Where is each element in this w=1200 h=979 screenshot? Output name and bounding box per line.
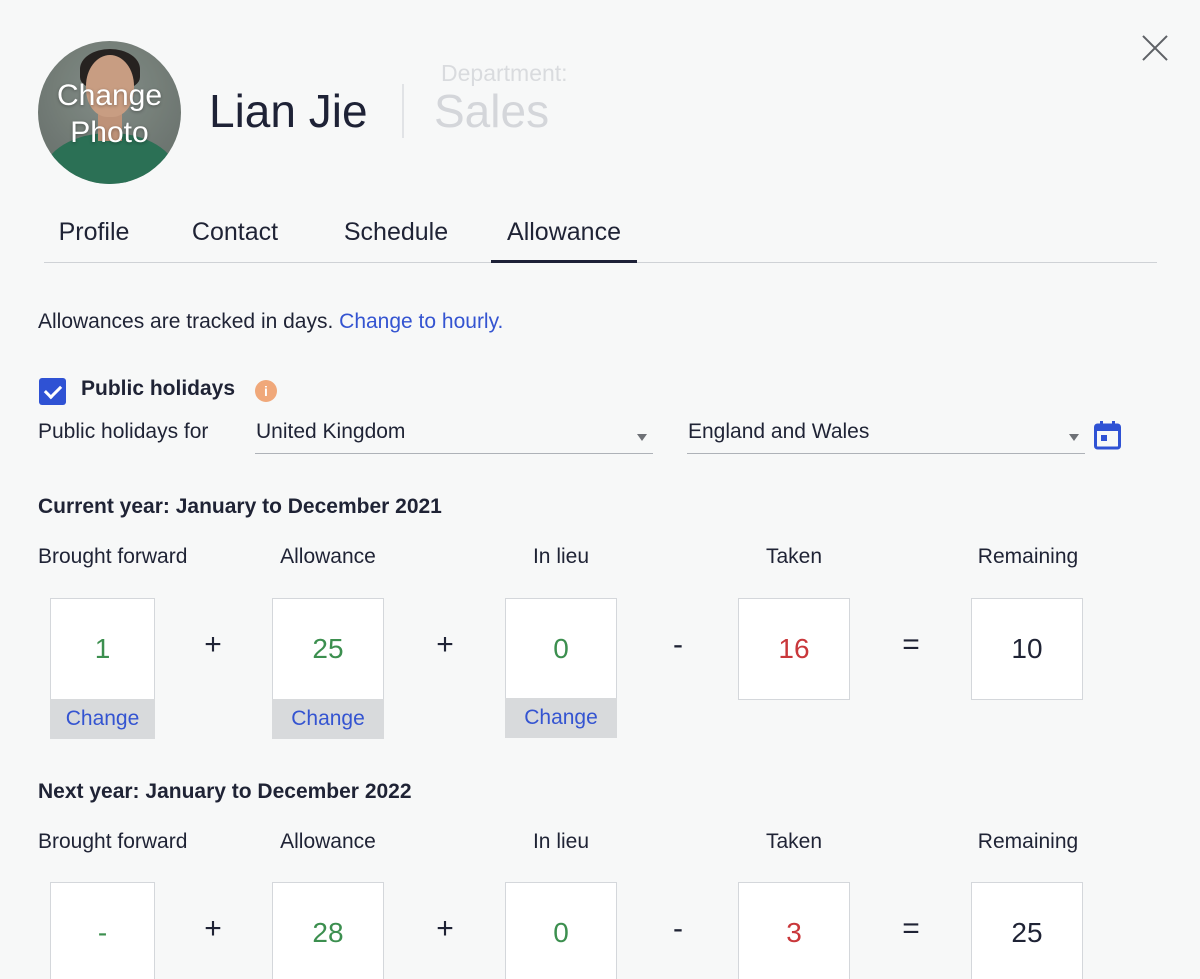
change-allowance-button[interactable]: Change xyxy=(272,699,384,739)
country-select-value: United Kingdom xyxy=(256,420,406,443)
minus-operator: - xyxy=(673,628,683,661)
col-label-in-lieu: In lieu xyxy=(532,545,590,568)
current-brought-forward-value: 1 xyxy=(50,598,155,700)
next-remaining-value: 25 xyxy=(971,882,1083,979)
next-in-lieu-value: 0 xyxy=(505,882,617,979)
change-to-hourly-link[interactable]: Change to hourly. xyxy=(339,310,503,333)
next-allowance-value: 28 xyxy=(272,882,384,979)
next-year-title: Next year: January to December 2022 xyxy=(38,780,412,803)
header-divider xyxy=(402,84,404,138)
next-taken-value: 3 xyxy=(738,882,850,979)
chevron-down-icon xyxy=(1069,434,1079,441)
equals-operator: = xyxy=(902,912,920,945)
tab-bar: Profile Contact Schedule Allowance xyxy=(44,210,1157,263)
current-year-title: Current year: January to December 2021 xyxy=(38,495,442,518)
minus-operator: - xyxy=(673,912,683,945)
next-brought-forward-value: - xyxy=(50,882,155,979)
current-allowance-value: 25 xyxy=(272,598,384,700)
public-holidays-for-label: Public holidays for xyxy=(38,420,209,443)
col-label-allowance: Allowance xyxy=(280,545,376,568)
current-taken-value: 16 xyxy=(738,598,850,700)
tab-allowance[interactable]: Allowance xyxy=(491,210,637,263)
calendar-icon[interactable] xyxy=(1094,420,1121,450)
col-label-remaining: Remaining xyxy=(977,830,1079,853)
col-label-in-lieu: In lieu xyxy=(532,830,590,853)
plus-operator: + xyxy=(436,912,454,945)
change-photo-label[interactable]: Change Photo xyxy=(38,77,181,151)
equals-operator: = xyxy=(902,628,920,661)
col-label-allowance: Allowance xyxy=(280,830,376,853)
col-label-taken: Taken xyxy=(765,545,823,568)
country-select[interactable]: United Kingdom xyxy=(255,414,653,454)
change-brought-forward-button[interactable]: Change xyxy=(50,699,155,739)
chevron-down-icon xyxy=(637,434,647,441)
avatar[interactable]: Change Photo xyxy=(38,41,181,184)
col-label-remaining: Remaining xyxy=(977,545,1079,568)
tab-contact[interactable]: Contact xyxy=(180,210,290,263)
change-in-lieu-button[interactable]: Change xyxy=(505,698,617,738)
current-in-lieu-value: 0 xyxy=(505,598,617,700)
close-icon[interactable] xyxy=(1140,33,1170,63)
col-label-brought-forward: Brought forward xyxy=(38,545,188,568)
plus-operator: + xyxy=(204,912,222,945)
tab-profile[interactable]: Profile xyxy=(44,210,144,263)
public-holidays-label: Public holidays xyxy=(81,377,236,400)
region-select-value: England and Wales xyxy=(688,420,870,443)
col-label-taken: Taken xyxy=(765,830,823,853)
tracking-info: Allowances are tracked in days. Change t… xyxy=(38,310,503,334)
region-select[interactable]: England and Wales xyxy=(687,414,1085,454)
plus-operator: + xyxy=(436,628,454,661)
employee-name: Lian Jie xyxy=(209,85,368,137)
tracking-text: Allowances are tracked in days. xyxy=(38,310,334,333)
department-value: Sales xyxy=(434,85,550,137)
public-holidays-checkbox[interactable] xyxy=(39,378,66,405)
info-icon[interactable]: i xyxy=(255,380,277,402)
department-label: Department: xyxy=(441,60,568,86)
tab-schedule[interactable]: Schedule xyxy=(331,210,461,263)
current-remaining-value: 10 xyxy=(971,598,1083,700)
plus-operator: + xyxy=(204,628,222,661)
col-label-brought-forward: Brought forward xyxy=(38,830,188,853)
